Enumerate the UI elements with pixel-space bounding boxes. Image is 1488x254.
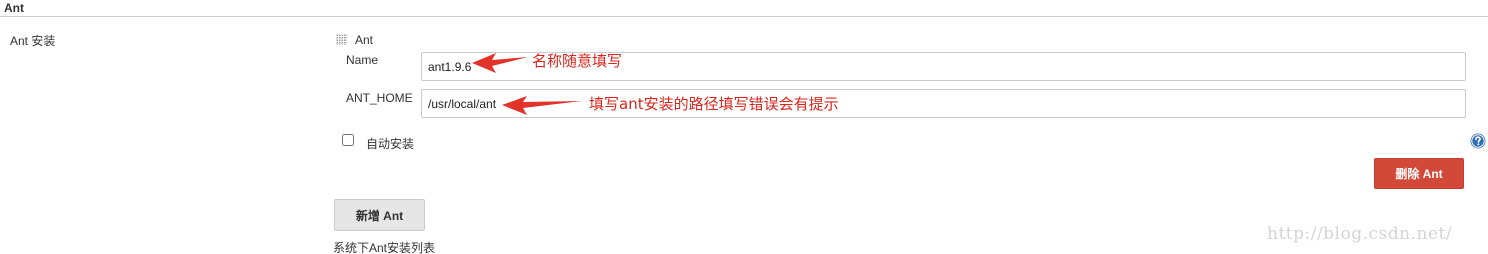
watermark: http://blog.csdn.net/ (1267, 224, 1453, 244)
section-title: Ant (4, 1, 24, 15)
ant-config-page: Ant Ant 安装 Ant Name ANT_HOME 自动安装 删除 Ant… (0, 0, 1488, 254)
delete-ant-button[interactable]: 删除 Ant (1374, 158, 1464, 189)
section-header: Ant (0, 0, 1488, 17)
installation-title: Ant (355, 33, 374, 47)
ant-home-label: ANT_HOME (346, 91, 413, 105)
ant-home-annotation: 填写ant安装的路径填写错误会有提示 (589, 95, 839, 113)
auto-install-checkbox[interactable] (342, 134, 354, 146)
annotation-arrow-icon (502, 96, 582, 115)
ant-install-field-label: Ant 安装 (10, 34, 56, 48)
question-icon[interactable] (1470, 133, 1486, 149)
auto-install-label: 自动安装 (366, 137, 415, 151)
add-ant-button[interactable]: 新增 Ant (334, 199, 425, 231)
annotation-arrow-icon (472, 53, 528, 73)
drag-handle-icon[interactable] (336, 34, 347, 45)
name-annotation: 名称随意填写 (532, 52, 623, 70)
add-ant-description: 系统下Ant安装列表 (333, 241, 436, 254)
name-label: Name (346, 53, 379, 67)
